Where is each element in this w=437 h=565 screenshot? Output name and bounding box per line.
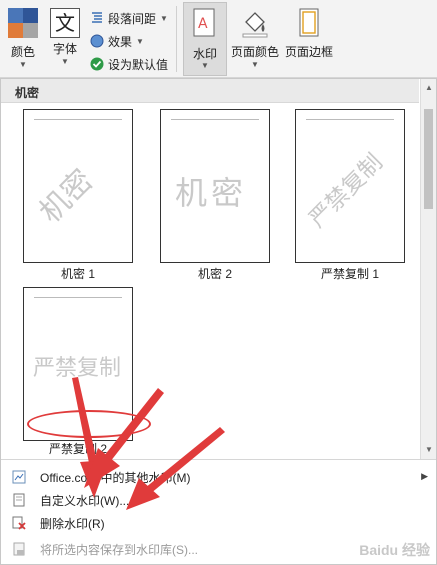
annotation-arrows xyxy=(72,377,225,510)
